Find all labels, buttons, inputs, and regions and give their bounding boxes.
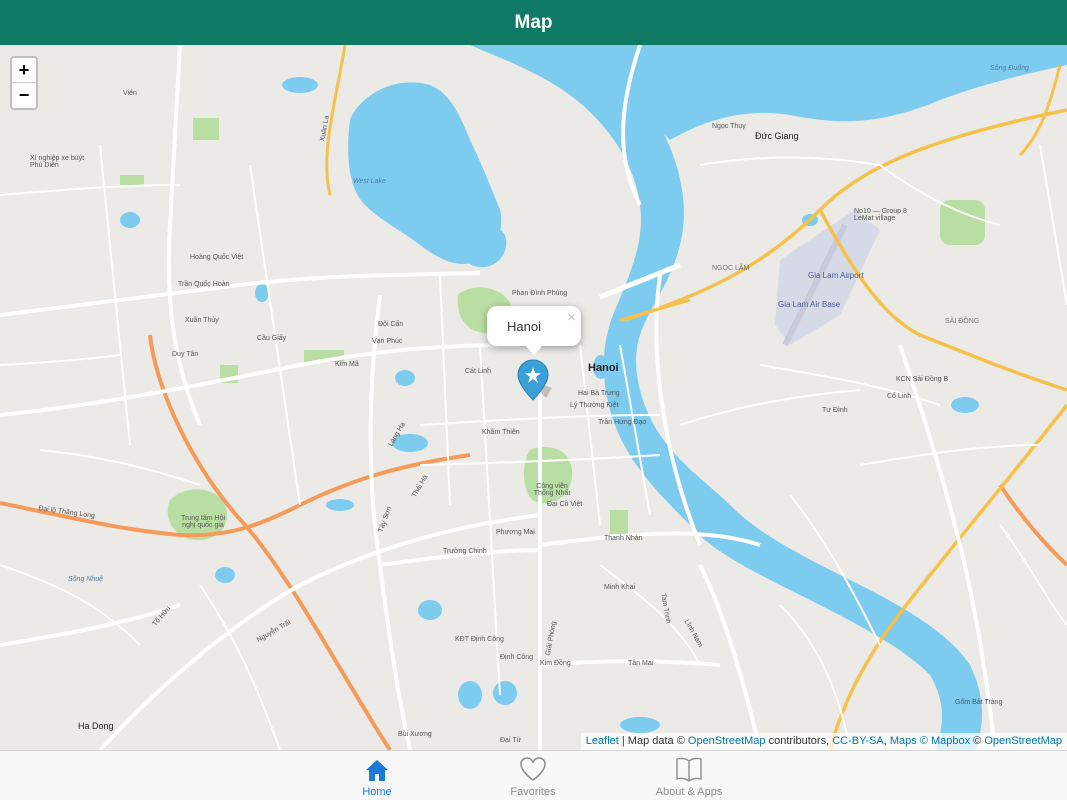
popup-close-button[interactable]: ×	[567, 309, 576, 326]
lake	[282, 77, 318, 93]
street-label: Bùi Xương	[398, 731, 432, 738]
tab-about-apps[interactable]: About & Apps	[639, 751, 739, 800]
poi-label: Xí nghiệp xe buýt Phú Diễn	[30, 155, 85, 169]
attribution-text: | Map data ©	[618, 735, 688, 747]
heart-icon	[519, 756, 547, 782]
airport-label: Gia Lam Airport	[808, 271, 864, 280]
zoom-in-button[interactable]: +	[12, 58, 36, 83]
street-label: Khâm Thiên	[482, 429, 520, 436]
osm-link[interactable]: OpenStreetMap	[688, 735, 766, 747]
park-label: Công viên Thống Nhất	[533, 483, 571, 497]
street-label: Trường Chinh	[443, 548, 487, 555]
river-label: Sông Nhuệ	[68, 576, 104, 583]
osm-link-2[interactable]: OpenStreetMap	[984, 735, 1062, 747]
tab-label: Favorites	[510, 786, 556, 798]
popup-text: Hanoi	[507, 319, 541, 334]
street-label: Ngọc Thụy	[712, 123, 746, 130]
tab-label: About & Apps	[655, 786, 723, 798]
lake-label: West Lake	[353, 178, 386, 185]
street-label: Trần Hưng Đạo	[598, 419, 647, 426]
river-label: Sông Đuống	[990, 65, 1029, 72]
license-link[interactable]: CC-BY-SA	[832, 735, 884, 747]
street-label: Lý Thường Kiệt	[570, 402, 619, 409]
attribution-text: ©	[970, 735, 985, 747]
area-label: KCN Sài Đồng B	[896, 376, 949, 383]
district-label: SÀI ĐỒNG	[945, 318, 980, 325]
popup-tip	[525, 345, 543, 355]
street-label: Vạn Phúc	[372, 338, 403, 345]
tab-label: Home	[362, 786, 392, 798]
home-icon	[364, 756, 390, 782]
street-label: Đại Cồ Việt	[547, 501, 583, 508]
tab-bar: Home Favorites About & Apps	[0, 750, 1067, 800]
lake	[395, 370, 415, 386]
street-label: Đại Từ	[500, 737, 522, 744]
district-label: Ha Dong	[78, 721, 114, 731]
street-label: Cát Linh	[465, 368, 492, 375]
lake	[120, 212, 140, 228]
street-label: Tư Đình	[822, 407, 848, 414]
street-label: Phan Đình Phùng	[512, 290, 568, 297]
street-label: Hai Bà Trưng	[578, 390, 620, 397]
leaflet-link[interactable]: Leaflet	[586, 735, 619, 747]
park	[120, 175, 144, 185]
book-icon	[675, 756, 703, 782]
lake	[620, 717, 660, 733]
poi-label: Gốm Bát Tràng	[955, 699, 1003, 706]
district-label: Đức Giang	[755, 131, 799, 141]
lake	[326, 499, 354, 511]
area-label: KĐT Định Công	[455, 636, 504, 643]
street-label: Kim Đồng	[540, 660, 571, 667]
street-label: Minh Khai	[604, 584, 636, 591]
lake	[215, 567, 235, 583]
park-label: Trung tâm Hội nghị quốc gia	[180, 515, 226, 529]
park	[610, 510, 628, 534]
attribution-text: contributors,	[765, 735, 833, 747]
street-label: Tân Mai	[628, 660, 654, 667]
lake	[493, 681, 517, 705]
navigation-bar: Map	[0, 0, 1067, 45]
street-label: Phương Mai	[496, 529, 535, 536]
street-label: Hoàng Quốc Việt	[190, 254, 244, 261]
street-label: Đội Cấn	[378, 321, 404, 328]
map-view[interactable]: Hanoi Đức Giang West Lake Gia Lam Airpor…	[0, 45, 1067, 750]
street-label: Cầu Giấy	[257, 335, 287, 342]
area-label: Viên	[123, 90, 137, 97]
park	[193, 118, 219, 140]
street-label: Duy Tân	[172, 351, 199, 358]
zoom-control: + −	[10, 56, 38, 110]
city-label: Hanoi	[588, 362, 619, 374]
district-label: NGỌC LÂM	[712, 265, 750, 272]
lake	[458, 681, 482, 709]
street-label: Thanh Nhàn	[604, 535, 643, 542]
street-label: Xuân Thủy	[185, 317, 219, 324]
tab-favorites[interactable]: Favorites	[483, 751, 583, 800]
app-root: Map Hanoi Đức Giang West Lake Gia Lam Ai…	[0, 0, 1067, 800]
lake	[418, 600, 442, 620]
mapbox-link[interactable]: Maps © Mapbox	[890, 735, 970, 747]
tab-home[interactable]: Home	[327, 751, 427, 800]
map-popup: Hanoi ×	[487, 306, 581, 346]
street-label: Trần Quốc Hoàn	[178, 281, 230, 288]
airbase-label: Gia Lam Air Base	[778, 300, 841, 309]
map-attribution: Leaflet | Map data © OpenStreetMap contr…	[580, 733, 1067, 750]
zoom-out-button[interactable]: −	[12, 83, 36, 108]
street-label: Kim Mã	[335, 361, 359, 368]
area-label: No10 — Group 8 LeMat village	[854, 208, 907, 222]
street-label: Cổ Linh	[887, 393, 912, 400]
lake	[951, 397, 979, 413]
star-pin-icon[interactable]	[516, 358, 552, 411]
street-label: Định Công	[500, 654, 534, 661]
page-title: Map	[514, 11, 553, 33]
